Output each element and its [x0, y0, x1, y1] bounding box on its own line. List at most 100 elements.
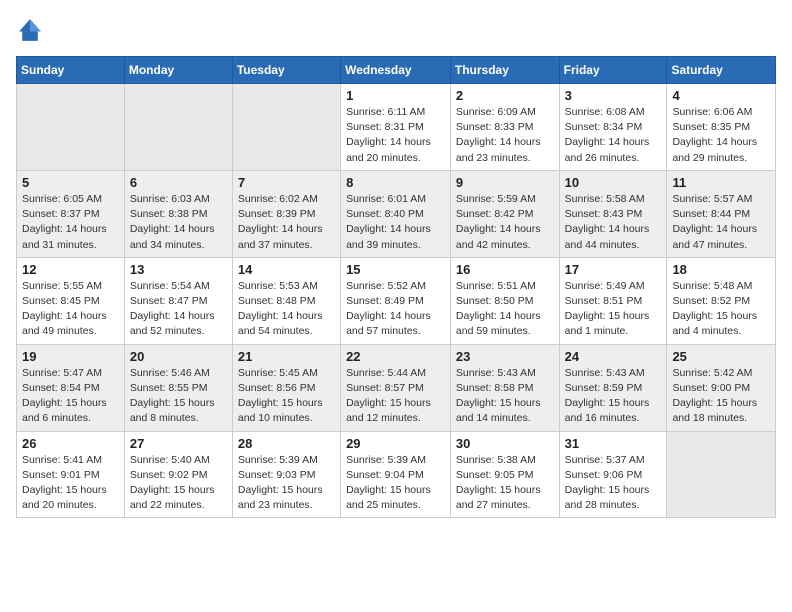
calendar-cell: 20 Sunrise: 5:46 AM Sunset: 8:55 PM Dayli…	[124, 344, 232, 431]
calendar-cell: 7 Sunrise: 6:02 AM Sunset: 8:39 PM Daylig…	[232, 170, 340, 257]
day-number: 8	[346, 175, 445, 190]
calendar-cell: 19Sunrise: 5:47 AM Sunset: 8:54 PM Dayli…	[17, 344, 125, 431]
day-number: 2	[456, 88, 554, 103]
day-info: Sunrise: 6:03 AM Sunset: 8:38 PM Dayligh…	[130, 192, 227, 253]
calendar-cell: 28 Sunrise: 5:39 AM Sunset: 9:03 PM Dayli…	[232, 431, 340, 518]
calendar-week-row: 26 Sunrise: 5:41 AM Sunset: 9:01 PM Dayli…	[17, 431, 776, 518]
calendar-cell: 14 Sunrise: 5:53 AM Sunset: 8:48 PM Dayli…	[232, 257, 340, 344]
day-info: Sunrise: 5:53 AM Sunset: 8:48 PM Dayligh…	[238, 279, 335, 340]
day-info: Sunrise: 5:39 AM Sunset: 9:04 PM Dayligh…	[346, 453, 445, 514]
day-number: 10	[565, 175, 662, 190]
day-number: 28	[238, 436, 335, 451]
day-number: 20	[130, 349, 227, 364]
day-number: 16	[456, 262, 554, 277]
day-number: 27	[130, 436, 227, 451]
calendar-cell: 18 Sunrise: 5:48 AM Sunset: 8:52 PM Dayli…	[667, 257, 776, 344]
day-number: 21	[238, 349, 335, 364]
column-header-thursday: Thursday	[450, 57, 559, 84]
day-info: Sunrise: 5:57 AM Sunset: 8:44 PM Dayligh…	[672, 192, 770, 253]
day-number: 15	[346, 262, 445, 277]
calendar-cell: 27 Sunrise: 5:40 AM Sunset: 9:02 PM Dayli…	[124, 431, 232, 518]
calendar-cell: 10 Sunrise: 5:58 AM Sunset: 8:43 PM Dayli…	[559, 170, 667, 257]
day-info: Sunrise: 6:11 AM Sunset: 8:31 PM Dayligh…	[346, 105, 445, 166]
calendar-cell: 29 Sunrise: 5:39 AM Sunset: 9:04 PM Dayli…	[341, 431, 451, 518]
day-number: 9	[456, 175, 554, 190]
day-info: Sunrise: 5:54 AM Sunset: 8:47 PM Dayligh…	[130, 279, 227, 340]
calendar-cell: 9 Sunrise: 5:59 AM Sunset: 8:42 PM Daylig…	[450, 170, 559, 257]
calendar-cell: 22 Sunrise: 5:44 AM Sunset: 8:57 PM Dayli…	[341, 344, 451, 431]
day-number: 24	[565, 349, 662, 364]
day-info: Sunrise: 5:48 AM Sunset: 8:52 PM Dayligh…	[672, 279, 770, 340]
day-info: Sunrise: 5:38 AM Sunset: 9:05 PM Dayligh…	[456, 453, 554, 514]
day-number: 6	[130, 175, 227, 190]
day-number: 5	[22, 175, 119, 190]
day-info: Sunrise: 5:40 AM Sunset: 9:02 PM Dayligh…	[130, 453, 227, 514]
day-number: 3	[565, 88, 662, 103]
calendar-week-row: 19Sunrise: 5:47 AM Sunset: 8:54 PM Dayli…	[17, 344, 776, 431]
header	[16, 16, 776, 44]
logo-icon	[16, 16, 44, 44]
calendar-cell: 17 Sunrise: 5:49 AM Sunset: 8:51 PM Dayli…	[559, 257, 667, 344]
logo	[16, 16, 48, 44]
day-number: 13	[130, 262, 227, 277]
day-number: 18	[672, 262, 770, 277]
calendar-week-row: 1 Sunrise: 6:11 AM Sunset: 8:31 PM Daylig…	[17, 84, 776, 171]
calendar-cell: 1 Sunrise: 6:11 AM Sunset: 8:31 PM Daylig…	[341, 84, 451, 171]
day-info: Sunrise: 5:47 AM Sunset: 8:54 PM Dayligh…	[22, 366, 119, 427]
day-info: Sunrise: 6:05 AM Sunset: 8:37 PM Dayligh…	[22, 192, 119, 253]
column-header-friday: Friday	[559, 57, 667, 84]
day-number: 22	[346, 349, 445, 364]
day-number: 17	[565, 262, 662, 277]
day-number: 4	[672, 88, 770, 103]
day-number: 12	[22, 262, 119, 277]
day-info: Sunrise: 5:44 AM Sunset: 8:57 PM Dayligh…	[346, 366, 445, 427]
day-number: 23	[456, 349, 554, 364]
calendar-cell: 2 Sunrise: 6:09 AM Sunset: 8:33 PM Daylig…	[450, 84, 559, 171]
day-info: Sunrise: 5:59 AM Sunset: 8:42 PM Dayligh…	[456, 192, 554, 253]
column-header-saturday: Saturday	[667, 57, 776, 84]
day-info: Sunrise: 6:02 AM Sunset: 8:39 PM Dayligh…	[238, 192, 335, 253]
day-number: 7	[238, 175, 335, 190]
day-info: Sunrise: 5:43 AM Sunset: 8:59 PM Dayligh…	[565, 366, 662, 427]
calendar: SundayMondayTuesdayWednesdayThursdayFrid…	[16, 56, 776, 518]
day-info: Sunrise: 6:01 AM Sunset: 8:40 PM Dayligh…	[346, 192, 445, 253]
calendar-cell	[667, 431, 776, 518]
calendar-week-row: 5 Sunrise: 6:05 AM Sunset: 8:37 PM Daylig…	[17, 170, 776, 257]
calendar-week-row: 12 Sunrise: 5:55 AM Sunset: 8:45 PM Dayli…	[17, 257, 776, 344]
day-number: 29	[346, 436, 445, 451]
day-info: Sunrise: 5:51 AM Sunset: 8:50 PM Dayligh…	[456, 279, 554, 340]
calendar-cell: 6 Sunrise: 6:03 AM Sunset: 8:38 PM Daylig…	[124, 170, 232, 257]
day-info: Sunrise: 5:52 AM Sunset: 8:49 PM Dayligh…	[346, 279, 445, 340]
day-info: Sunrise: 6:08 AM Sunset: 8:34 PM Dayligh…	[565, 105, 662, 166]
calendar-cell: 15 Sunrise: 5:52 AM Sunset: 8:49 PM Dayli…	[341, 257, 451, 344]
calendar-cell: 31Sunrise: 5:37 AM Sunset: 9:06 PM Dayli…	[559, 431, 667, 518]
day-number: 25	[672, 349, 770, 364]
day-info: Sunrise: 5:58 AM Sunset: 8:43 PM Dayligh…	[565, 192, 662, 253]
calendar-cell: 11 Sunrise: 5:57 AM Sunset: 8:44 PM Dayli…	[667, 170, 776, 257]
day-info: Sunrise: 5:43 AM Sunset: 8:58 PM Dayligh…	[456, 366, 554, 427]
day-info: Sunrise: 5:45 AM Sunset: 8:56 PM Dayligh…	[238, 366, 335, 427]
day-number: 26	[22, 436, 119, 451]
calendar-cell: 25Sunrise: 5:42 AM Sunset: 9:00 PM Dayli…	[667, 344, 776, 431]
calendar-cell: 12 Sunrise: 5:55 AM Sunset: 8:45 PM Dayli…	[17, 257, 125, 344]
calendar-cell: 8 Sunrise: 6:01 AM Sunset: 8:40 PM Daylig…	[341, 170, 451, 257]
calendar-cell: 13 Sunrise: 5:54 AM Sunset: 8:47 PM Dayli…	[124, 257, 232, 344]
day-info: Sunrise: 5:49 AM Sunset: 8:51 PM Dayligh…	[565, 279, 662, 340]
day-info: Sunrise: 5:37 AM Sunset: 9:06 PM Dayligh…	[565, 453, 662, 514]
day-number: 11	[672, 175, 770, 190]
calendar-header-row: SundayMondayTuesdayWednesdayThursdayFrid…	[17, 57, 776, 84]
column-header-sunday: Sunday	[17, 57, 125, 84]
day-info: Sunrise: 6:09 AM Sunset: 8:33 PM Dayligh…	[456, 105, 554, 166]
day-info: Sunrise: 5:46 AM Sunset: 8:55 PM Dayligh…	[130, 366, 227, 427]
day-info: Sunrise: 5:55 AM Sunset: 8:45 PM Dayligh…	[22, 279, 119, 340]
calendar-cell: 16 Sunrise: 5:51 AM Sunset: 8:50 PM Dayli…	[450, 257, 559, 344]
calendar-cell	[17, 84, 125, 171]
day-info: Sunrise: 5:41 AM Sunset: 9:01 PM Dayligh…	[22, 453, 119, 514]
column-header-wednesday: Wednesday	[341, 57, 451, 84]
day-number: 1	[346, 88, 445, 103]
column-header-monday: Monday	[124, 57, 232, 84]
calendar-cell	[124, 84, 232, 171]
day-info: Sunrise: 5:39 AM Sunset: 9:03 PM Dayligh…	[238, 453, 335, 514]
calendar-cell: 5 Sunrise: 6:05 AM Sunset: 8:37 PM Daylig…	[17, 170, 125, 257]
day-number: 14	[238, 262, 335, 277]
